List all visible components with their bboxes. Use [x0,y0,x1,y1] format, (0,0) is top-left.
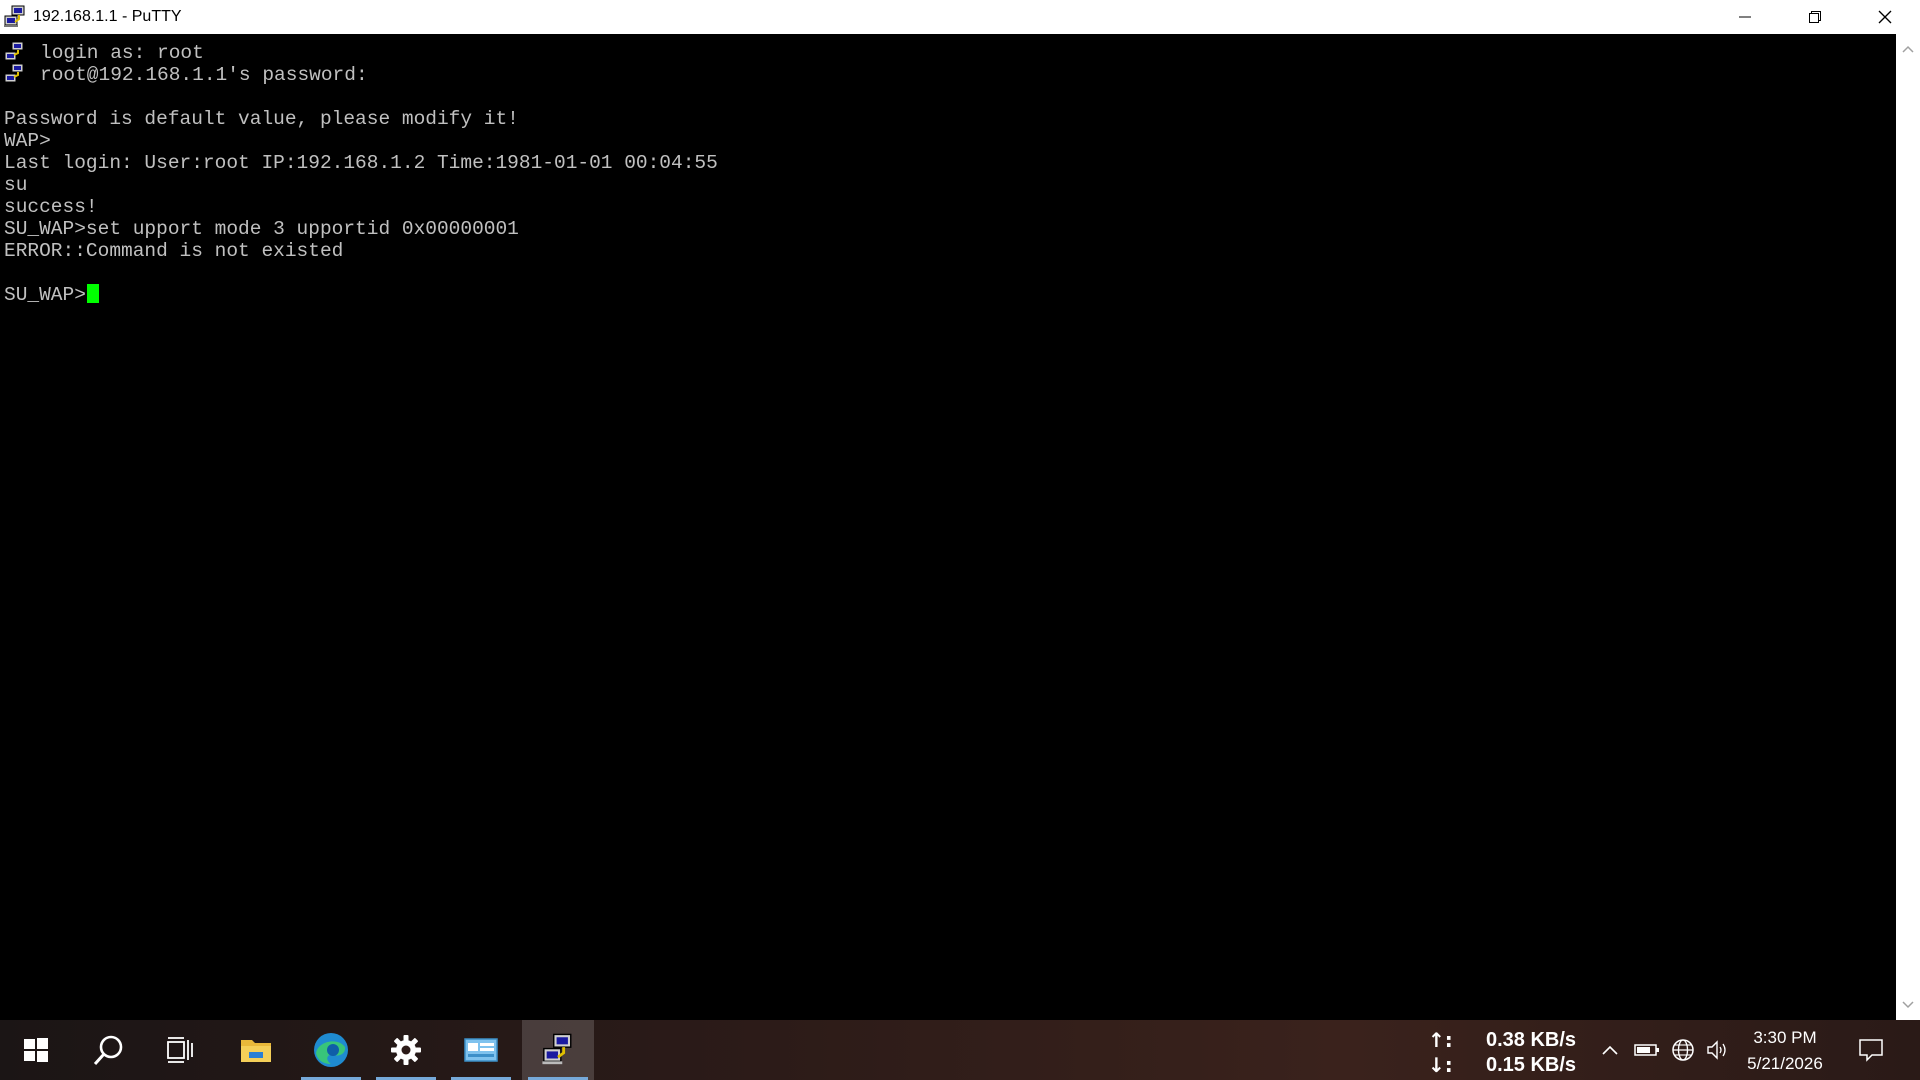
terminal-output[interactable]: login as: root root@192.168.1.1's passwo… [0,34,1896,1020]
window-title: 192.168.1.1 - PuTTY [33,8,182,25]
putty-icon [542,1033,572,1065]
minimize-icon [1739,16,1751,18]
terminal-line: login as: root [40,42,204,64]
volume-tray-button[interactable] [1704,1020,1732,1080]
task-view-icon [167,1037,193,1063]
start-button[interactable] [0,1020,72,1080]
clock-date: 5/21/2026 [1747,1054,1823,1073]
taskbar-app-control-panel[interactable] [445,1020,517,1080]
terminal-cursor [86,284,99,303]
search-button[interactable] [72,1020,144,1080]
show-hidden-icons-button[interactable] [1596,1020,1624,1080]
taskbar-app-edge[interactable] [295,1020,367,1080]
scroll-up-button[interactable] [1896,34,1920,64]
taskbar: ↑: 0.38 KB/s ↓: 0.15 KB/s 3:30 PM 5/21/2… [0,1020,1920,1080]
battery-icon [1634,1044,1659,1056]
settings-gear-icon [391,1035,421,1065]
terminal-prompt-line[interactable]: SU_WAP> [4,284,99,306]
vertical-scrollbar[interactable] [1896,34,1920,1020]
windows-start-icon [24,1038,48,1062]
speaker-icon [1707,1040,1726,1060]
upload-speed: 0.38 KB/s [1486,1028,1577,1051]
restore-icon [1809,11,1821,23]
scroll-down-button[interactable] [1896,990,1920,1020]
terminal-line: SU_WAP>set upport mode 3 upportid 0x0000… [4,218,519,240]
title-bar[interactable]: 192.168.1.1 - PuTTY [0,0,1920,34]
download-speed-row: ↓: 0.15 KB/s [1428,1053,1598,1077]
terminal-line: su [4,174,28,196]
close-icon [1878,10,1892,24]
putty-icon [4,5,25,27]
restore-button[interactable] [1780,0,1850,34]
close-button[interactable] [1850,0,1920,34]
download-speed: 0.15 KB/s [1486,1053,1577,1076]
system-clock[interactable]: 3:30 PM 5/21/2026 [1730,1020,1840,1080]
action-center-icon [1859,1039,1883,1062]
terminal-line: Password is default value, please modify… [4,108,519,130]
task-view-button[interactable] [144,1020,216,1080]
globe-network-icon [1672,1039,1694,1061]
terminal-line: ERROR::Command is not existed [4,240,344,262]
battery-tray-button[interactable] [1632,1020,1662,1080]
terminal-line: root@192.168.1.1's password: [40,64,368,86]
download-arrow: ↓: [1428,1053,1453,1077]
chevron-down-icon [1902,1001,1914,1009]
taskbar-app-settings[interactable] [370,1020,442,1080]
taskbar-app-putty[interactable] [522,1020,594,1080]
chevron-up-icon [1902,45,1914,53]
terminal-prompt: SU_WAP> [4,284,86,306]
terminal-line: success! [4,196,98,218]
terminal-line: Last login: User:root IP:192.168.1.2 Tim… [4,152,718,174]
taskbar-app-file-explorer[interactable] [220,1020,292,1080]
control-panel-icon [464,1038,498,1062]
upload-arrow: ↑: [1428,1028,1453,1052]
terminal-line: WAP> [4,130,51,152]
file-explorer-icon [241,1040,271,1062]
minimize-button[interactable] [1710,0,1780,34]
upload-speed-row: ↑: 0.38 KB/s [1428,1028,1598,1052]
action-center-button[interactable] [1846,1020,1896,1080]
search-icon [93,1035,123,1066]
clock-time: 3:30 PM [1753,1028,1817,1047]
edge-browser-icon [314,1033,348,1067]
putty-session-icon [4,64,24,83]
network-tray-button[interactable] [1668,1020,1698,1080]
network-speed-widget[interactable]: ↑: 0.38 KB/s ↓: 0.15 KB/s [1428,1028,1598,1077]
chevron-up-icon [1602,1045,1618,1055]
putty-session-icon [4,42,24,61]
